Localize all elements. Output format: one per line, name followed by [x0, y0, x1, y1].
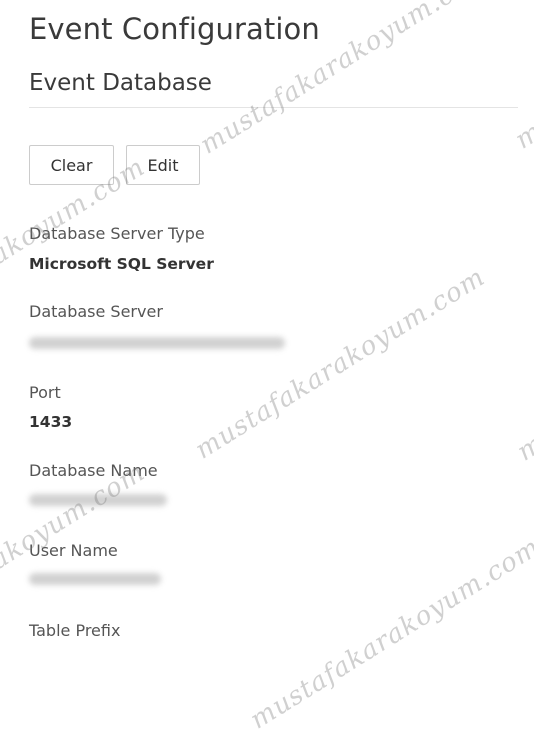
- watermark: mustafakarakoyum.com: [510, 0, 534, 156]
- port-label: Port: [29, 383, 61, 402]
- watermark: mustafakarakoyum.com: [512, 264, 534, 468]
- database-name-value-redacted: [29, 494, 167, 506]
- page-title: Event Configuration: [29, 12, 320, 46]
- edit-button[interactable]: Edit: [126, 145, 200, 185]
- user-name-label: User Name: [29, 541, 118, 560]
- section-divider: [29, 107, 518, 108]
- server-type-label: Database Server Type: [29, 224, 205, 243]
- server-type-value: Microsoft SQL Server: [29, 255, 214, 273]
- database-server-value-redacted: [29, 337, 285, 349]
- database-server-label: Database Server: [29, 302, 163, 321]
- database-name-label: Database Name: [29, 461, 158, 480]
- watermark: mustafakarakoyum.com: [190, 262, 491, 466]
- clear-button[interactable]: Clear: [29, 145, 114, 185]
- port-value: 1433: [29, 413, 73, 431]
- user-name-value-redacted: [29, 573, 161, 585]
- table-prefix-label: Table Prefix: [29, 621, 121, 640]
- watermark: mustafakarakoyum.com: [245, 532, 534, 735]
- section-title: Event Database: [29, 70, 212, 96]
